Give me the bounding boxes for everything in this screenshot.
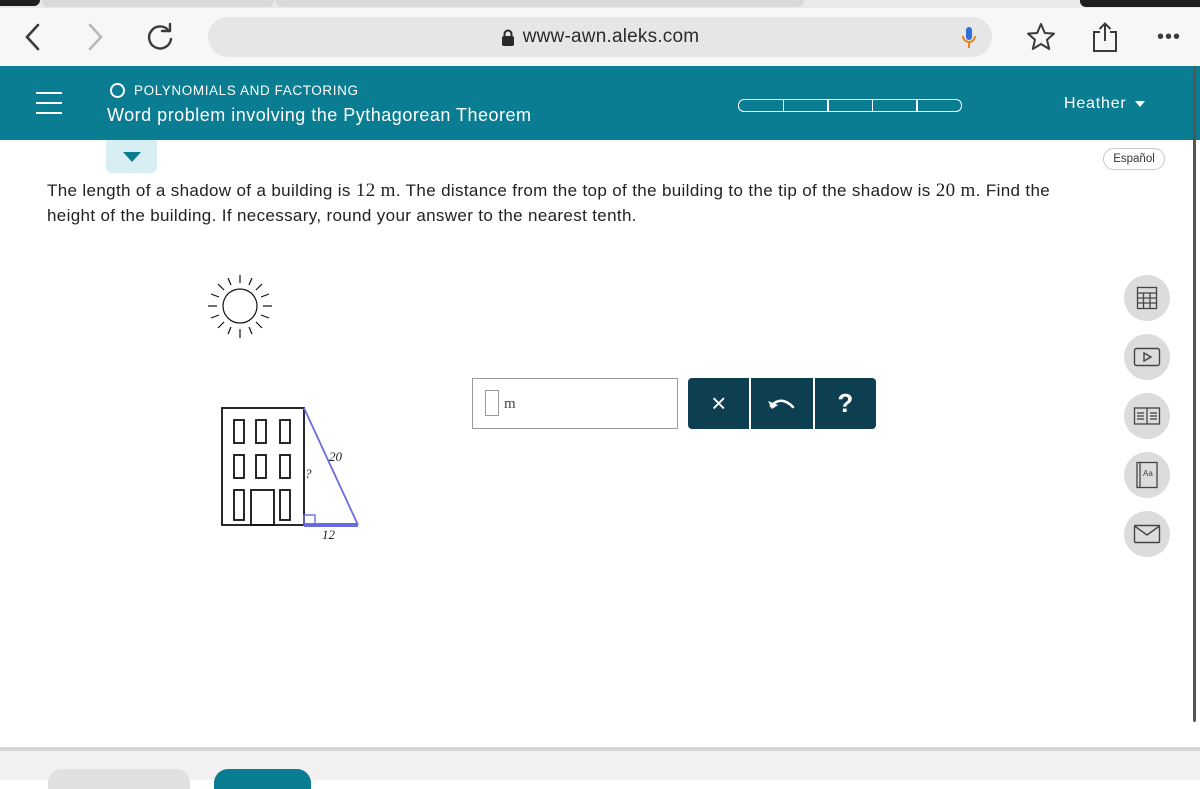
browser-tab-strip: [0, 0, 1200, 8]
hypotenuse-label: 20: [329, 449, 343, 464]
building-shadow-figure: 20 ? 12: [208, 275, 359, 542]
problem-text: . The distance from the top of the build…: [395, 181, 936, 200]
tab-edge: [0, 0, 40, 6]
forward-button[interactable]: [82, 22, 110, 52]
dictionary-icon: Aa: [1136, 461, 1158, 489]
scrollbar[interactable]: [1193, 66, 1196, 722]
chevron-left-icon: [25, 23, 40, 51]
height-label: ?: [305, 466, 312, 481]
answer-actions: × ?: [688, 378, 876, 429]
progress-segment: [871, 99, 918, 112]
problem-statement: The length of a shadow of a building is …: [47, 178, 1097, 228]
triangle-down-icon: [123, 152, 141, 162]
browser-toolbar: www-awn.aleks.com •••: [0, 8, 1200, 66]
address-bar[interactable]: www-awn.aleks.com: [208, 17, 992, 57]
svg-text:Aa: Aa: [1143, 469, 1153, 478]
bottom-bar: [0, 747, 1200, 789]
ebook-icon: [1133, 407, 1161, 425]
progress-bar: [738, 99, 962, 112]
chevron-right-icon: [88, 23, 103, 51]
help-icon: ?: [837, 388, 854, 418]
progress-segment: [782, 99, 829, 112]
message-button[interactable]: [1124, 511, 1170, 557]
bottom-primary-button[interactable]: [214, 769, 311, 789]
problem-text: The length of a shadow of a building is: [47, 181, 356, 200]
distance-value: 20 m: [935, 180, 976, 201]
calculator-button[interactable]: [1124, 275, 1170, 321]
sun-icon: [208, 275, 272, 338]
back-button[interactable]: [18, 22, 46, 52]
reload-button[interactable]: [144, 22, 176, 52]
browser-tab-active[interactable]: [276, 0, 804, 7]
undo-button[interactable]: [751, 378, 815, 429]
progress-segment: [738, 99, 784, 112]
video-button[interactable]: [1124, 334, 1170, 380]
answer-input[interactable]: m: [472, 378, 678, 429]
bookmark-button[interactable]: [1024, 22, 1058, 52]
message-icon: [1133, 524, 1161, 544]
aleks-header: POLYNOMIALS AND FACTORING Word problem i…: [0, 66, 1200, 140]
help-button[interactable]: ?: [815, 378, 876, 429]
undo-icon: [767, 398, 795, 409]
share-button[interactable]: [1090, 22, 1120, 52]
user-name: Heather: [1064, 95, 1127, 112]
answer-slot[interactable]: [485, 390, 499, 416]
topic-dropdown-toggle[interactable]: [106, 140, 157, 173]
tab-edge-right: [1080, 0, 1200, 7]
user-menu[interactable]: Heather: [1064, 95, 1145, 113]
building-icon: [221, 407, 305, 526]
shadow-value: 12 m: [355, 180, 396, 201]
microphone-icon[interactable]: [962, 26, 976, 50]
reload-icon: [147, 22, 173, 50]
circle-icon: [110, 83, 125, 98]
language-toggle-button[interactable]: Español: [1103, 148, 1165, 170]
side-toolbar: Aa: [1124, 275, 1170, 570]
dictionary-button[interactable]: Aa: [1124, 452, 1170, 498]
ebook-button[interactable]: [1124, 393, 1170, 439]
progress-segment: [916, 99, 962, 112]
progress-segment: [827, 99, 873, 112]
base-label: 12: [322, 527, 336, 542]
lock-icon: [501, 29, 514, 46]
clear-button[interactable]: ×: [688, 378, 752, 429]
video-icon: [1133, 347, 1161, 367]
calculator-icon: [1136, 286, 1158, 310]
url-text: www-awn.aleks.com: [522, 26, 700, 47]
menu-icon[interactable]: [36, 92, 62, 114]
close-icon: ×: [711, 388, 727, 418]
topic-label: POLYNOMIALS AND FACTORING: [110, 83, 359, 98]
browser-tab[interactable]: [42, 0, 274, 7]
more-icon: •••: [1156, 25, 1181, 48]
answer-unit: m: [504, 396, 516, 412]
caret-down-icon: [1134, 101, 1145, 107]
bottom-secondary-button[interactable]: [48, 769, 190, 789]
star-icon: [1027, 23, 1055, 50]
more-menu-button[interactable]: •••: [1150, 22, 1188, 52]
lesson-title: Word problem involving the Pythagorean T…: [107, 105, 532, 125]
triangle-diagram: [303, 407, 359, 527]
topic-text: POLYNOMIALS AND FACTORING: [134, 83, 359, 98]
share-icon: [1093, 22, 1117, 52]
